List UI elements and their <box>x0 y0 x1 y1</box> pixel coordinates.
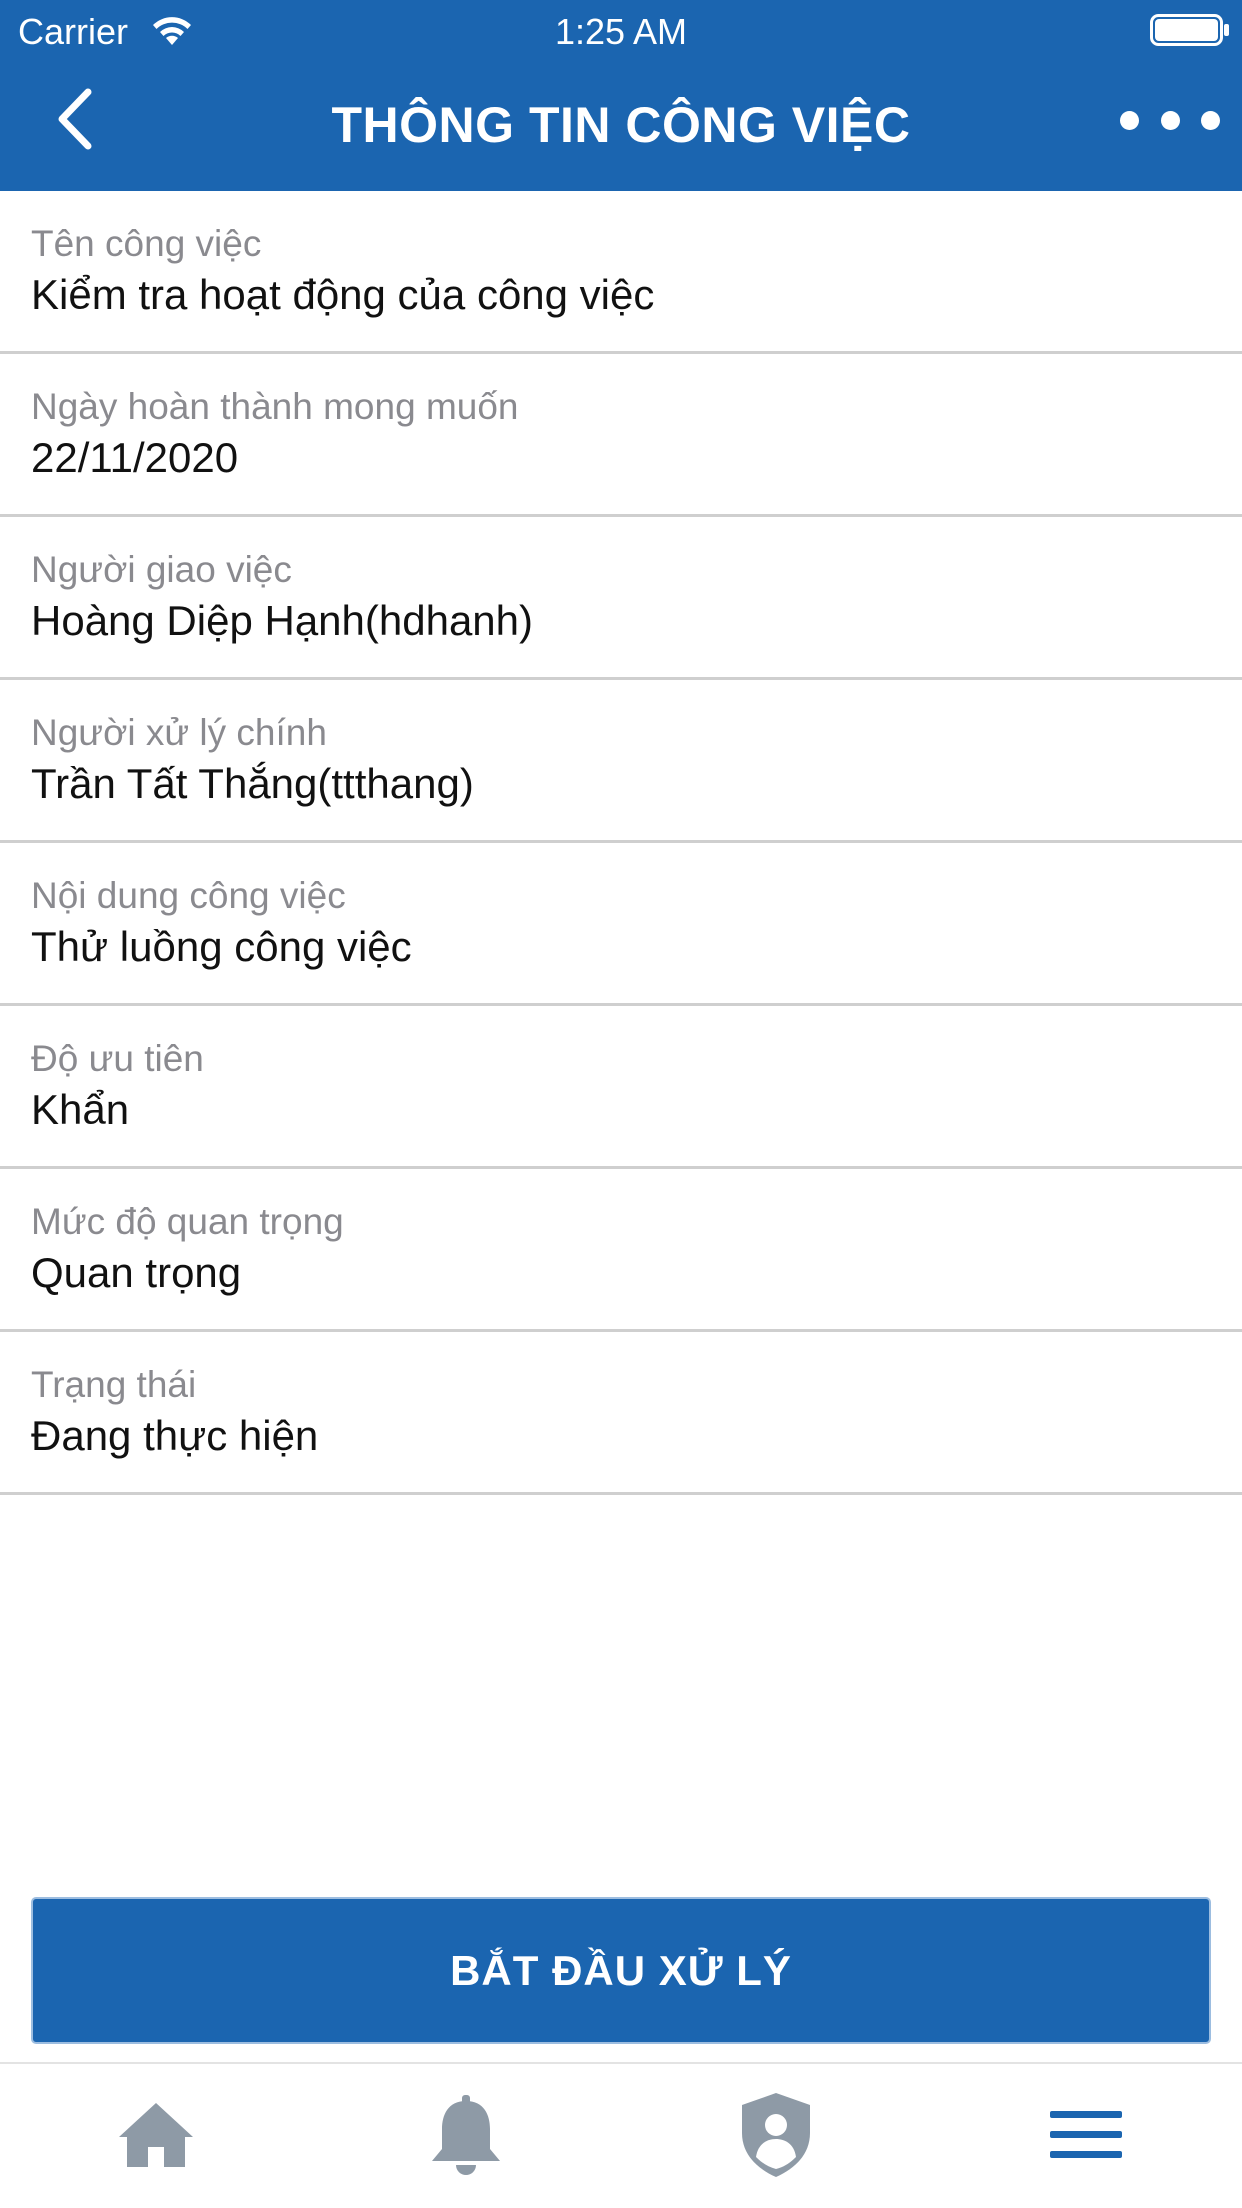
bottom-tab-bar <box>0 2062 1242 2208</box>
field-label: Độ ưu tiên <box>31 1038 204 1079</box>
field-value: Quan trọng <box>31 1249 242 1296</box>
field-value: Kiểm tra hoạt động của công việc <box>31 271 655 318</box>
field-label: Trạng thái <box>31 1364 197 1405</box>
field-value: Trần Tất Thắng(ttthang) <box>31 760 474 807</box>
field-label: Mức độ quan trọng <box>31 1201 344 1242</box>
app-header: Carrier 1:25 AM THÔNG TIN CÔNG VIỆC <box>0 0 1242 191</box>
field-value: Hoàng Diệp Hạnh(hdhanh) <box>31 597 534 644</box>
tab-profile[interactable] <box>731 2090 821 2180</box>
field-main-handler: Người xử lý chính Trần Tất Thắng(ttthang… <box>0 680 1242 843</box>
menu-icon <box>1050 2111 1122 2158</box>
field-label: Người giao việc <box>31 549 292 590</box>
field-assigner: Người giao việc Hoàng Diệp Hạnh(hdhanh) <box>0 517 1242 680</box>
more-options-button[interactable] <box>1120 100 1220 140</box>
shield-user-icon <box>742 2093 810 2177</box>
battery-icon <box>1150 14 1229 46</box>
more-dots-icon <box>1201 110 1220 130</box>
field-status: Trạng thái Đang thực hiện <box>0 1332 1242 1495</box>
field-task-content: Nội dung công việc Thử luồng công việc <box>0 843 1242 1006</box>
more-dots-icon <box>1160 110 1180 130</box>
start-processing-button[interactable]: BẮT ĐẦU XỬ LÝ <box>31 1897 1211 2044</box>
bell-icon <box>432 2095 500 2175</box>
field-label: Tên công việc <box>31 223 262 264</box>
tab-notifications[interactable] <box>421 2090 511 2180</box>
status-bar: Carrier 1:25 AM <box>0 0 1242 60</box>
back-button[interactable] <box>50 86 100 152</box>
status-time: 1:25 AM <box>554 11 688 52</box>
more-dots-icon <box>1120 110 1139 130</box>
task-detail-list: Tên công việc Kiểm tra hoạt động của côn… <box>0 191 1242 1495</box>
tab-home[interactable] <box>111 2090 201 2180</box>
field-label: Nội dung công việc <box>31 875 346 916</box>
field-value: 22/11/2020 <box>31 434 239 481</box>
field-value: Thử luồng công việc <box>31 923 412 970</box>
tab-menu[interactable] <box>1041 2090 1131 2180</box>
field-label: Người xử lý chính <box>31 712 327 753</box>
field-due-date: Ngày hoàn thành mong muốn 22/11/2020 <box>0 354 1242 517</box>
page-title: THÔNG TIN CÔNG VIỆC <box>331 97 911 153</box>
field-label: Ngày hoàn thành mong muốn <box>31 386 519 427</box>
field-value: Đang thực hiện <box>31 1412 319 1459</box>
field-priority: Độ ưu tiên Khẩn <box>0 1006 1242 1169</box>
home-icon <box>119 2103 193 2167</box>
field-task-name: Tên công việc Kiểm tra hoạt động của côn… <box>0 191 1242 354</box>
field-importance: Mức độ quan trọng Quan trọng <box>0 1169 1242 1332</box>
field-value: Khẩn <box>31 1086 130 1133</box>
